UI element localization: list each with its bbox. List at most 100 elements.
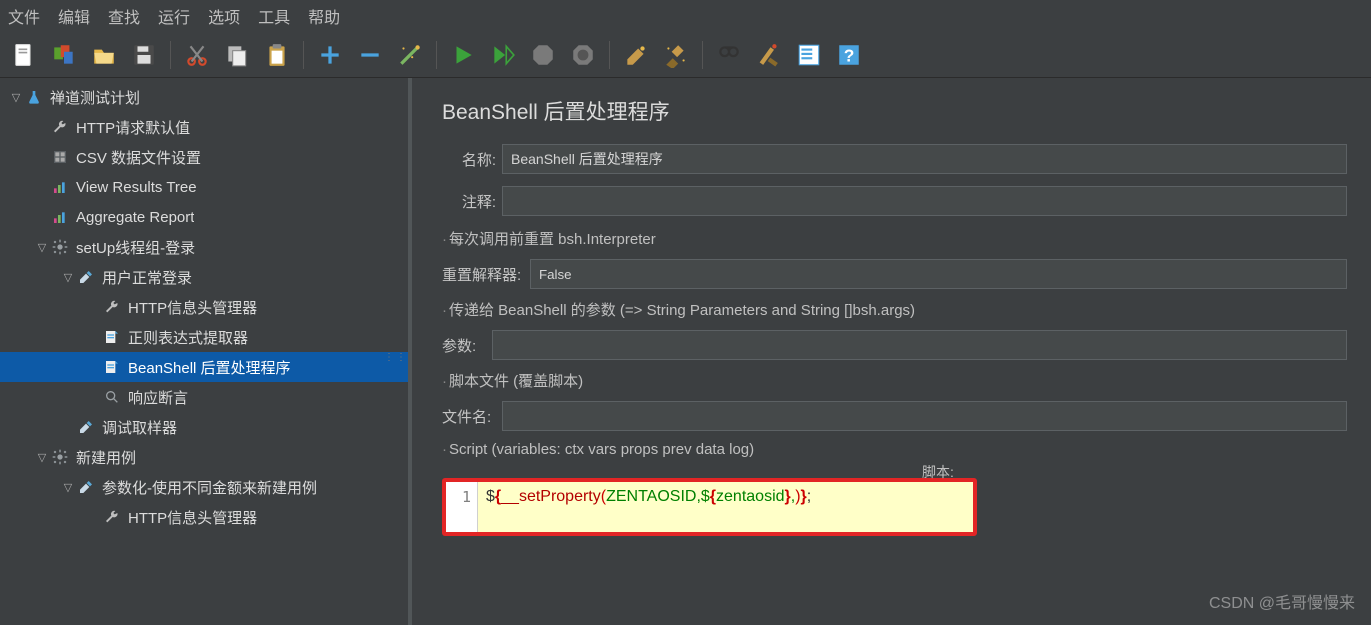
tree-header-mgr-2[interactable]: HTTP信息头管理器 [0, 502, 408, 532]
tree-param[interactable]: ▽ 参数化-使用不同金额来新建用例 [0, 472, 408, 502]
splitter-grip[interactable]: ⋮⋮ [384, 352, 408, 363]
wrench-icon [50, 118, 70, 136]
tree-beanshell[interactable]: BeanShell 后置处理程序 [0, 352, 408, 382]
templates-icon[interactable] [48, 39, 80, 71]
menu-file[interactable]: 文件 [8, 4, 40, 28]
run-icon[interactable] [447, 39, 479, 71]
tree-results-tree[interactable]: View Results Tree [0, 172, 408, 202]
panel-title: BeanShell 后置处理程序 [442, 96, 1347, 126]
toolbar: ? [0, 32, 1371, 78]
tree-http-defaults[interactable]: HTTP请求默认值 [0, 112, 408, 142]
menu-bar: 文件 编辑 查找 运行 选项 工具 帮助 [0, 0, 1371, 32]
note-input[interactable] [502, 186, 1347, 216]
tree-new-case[interactable]: ▽ 新建用例 [0, 442, 408, 472]
name-label: 名称: [442, 149, 502, 170]
tree-login[interactable]: ▽用户正常登录 [0, 262, 408, 292]
cut-icon[interactable] [181, 39, 213, 71]
tree-aggregate[interactable]: Aggregate Report [0, 202, 408, 232]
flask-icon [24, 88, 44, 106]
editor-panel: BeanShell 后置处理程序 名称: 注释: 每次调用前重置 bsh.Int… [412, 78, 1371, 625]
wrench-icon [102, 508, 122, 526]
script-sublabel: 脚本: [922, 462, 1347, 482]
tree-item-label: 正则表达式提取器 [128, 327, 248, 348]
reset-input[interactable] [530, 259, 1347, 289]
script-section-label: Script (variables: ctx vars props prev d… [442, 441, 1347, 458]
expand-arrow-icon[interactable]: ▽ [34, 241, 50, 254]
tree-debug[interactable]: 调试取样器 [0, 412, 408, 442]
plus-icon[interactable] [314, 39, 346, 71]
shutdown-icon[interactable] [567, 39, 599, 71]
tree-item-label: 响应断言 [128, 387, 188, 408]
tree-item-label: Aggregate Report [76, 209, 194, 226]
list-icon[interactable] [793, 39, 825, 71]
reset-section-label: 每次调用前重置 bsh.Interpreter [442, 228, 1347, 249]
chart-icon [50, 178, 70, 196]
menu-edit[interactable]: 编辑 [58, 4, 90, 28]
file-section-label: 脚本文件 (覆盖脚本) [442, 370, 1347, 391]
tree-plan[interactable]: ▽ 禅道测试计划 [0, 82, 408, 112]
expand-arrow-icon[interactable]: ▽ [8, 91, 24, 104]
expand-arrow-icon[interactable]: ▽ [34, 451, 50, 464]
name-input[interactable] [502, 144, 1347, 174]
toolbar-separator [436, 41, 437, 69]
tree-item-label: View Results Tree [76, 179, 197, 196]
tree-item-label: CSV 数据文件设置 [76, 147, 201, 168]
assert-icon [102, 388, 122, 406]
tree-header-mgr-1[interactable]: HTTP信息头管理器 [0, 292, 408, 322]
tree-regex[interactable]: 正则表达式提取器 [0, 322, 408, 352]
toolbar-separator [303, 41, 304, 69]
args-input[interactable] [492, 330, 1347, 360]
expand-arrow-icon[interactable]: ▽ [60, 271, 76, 284]
file-input[interactable] [502, 401, 1347, 431]
toolbar-separator [609, 41, 610, 69]
expand-arrow-icon[interactable]: ▽ [60, 481, 76, 494]
tree-assert[interactable]: 响应断言 [0, 382, 408, 412]
tree-item-label: 调试取样器 [102, 417, 177, 438]
wrench-icon [102, 298, 122, 316]
tree-csv-config[interactable]: CSV 数据文件设置 [0, 142, 408, 172]
line-number: 1 [446, 482, 478, 532]
save-icon[interactable] [128, 39, 160, 71]
tree-item-label: 禅道测试计划 [50, 87, 140, 108]
tree-setup-group[interactable]: ▽setUp线程组-登录 [0, 232, 408, 262]
menu-tools[interactable]: 工具 [258, 4, 290, 28]
test-plan-tree[interactable]: ▽ 禅道测试计划 HTTP请求默认值 CSV 数据文件设置 View Results T… [0, 78, 408, 532]
tree-item-label: 新建用例 [76, 447, 136, 468]
reset-icon[interactable] [753, 39, 785, 71]
tree-item-label: HTTP信息头管理器 [128, 297, 257, 318]
dropper-icon [76, 478, 96, 496]
regex-icon [102, 358, 122, 376]
menu-options[interactable]: 选项 [208, 4, 240, 28]
stop-icon[interactable] [527, 39, 559, 71]
dropper-icon [76, 268, 96, 286]
open-icon[interactable] [88, 39, 120, 71]
regex-icon [102, 328, 122, 346]
minus-icon[interactable] [354, 39, 386, 71]
file-label: 文件名: [442, 406, 502, 427]
help-icon[interactable]: ? [833, 39, 865, 71]
note-label: 注释: [442, 191, 502, 212]
args-label: 参数: [442, 335, 492, 356]
chart-icon [50, 208, 70, 226]
tree-item-label: HTTP请求默认值 [76, 117, 190, 138]
paste-icon[interactable] [261, 39, 293, 71]
args-section-label: 传递给 BeanShell 的参数 (=> String Parameters … [442, 299, 1347, 320]
script-editor[interactable]: ${__setProperty(ZENTAOSID,${zentaosid},)… [478, 482, 973, 532]
menu-help[interactable]: 帮助 [308, 4, 340, 28]
menu-find[interactable]: 查找 [108, 4, 140, 28]
tree-item-label: HTTP信息头管理器 [128, 507, 257, 528]
new-file-icon[interactable] [8, 39, 40, 71]
svg-text:?: ? [844, 45, 855, 65]
run-next-icon[interactable] [487, 39, 519, 71]
reset-label: 重置解释器: [442, 264, 530, 285]
script-editor-highlight: 1 ${__setProperty(ZENTAOSID,${zentaosid}… [442, 478, 977, 536]
tree-item-label: 参数化-使用不同金额来新建用例 [102, 477, 317, 498]
clear-icon[interactable] [620, 39, 652, 71]
broom-icon[interactable] [660, 39, 692, 71]
gear-icon [50, 238, 70, 256]
wand-icon[interactable] [394, 39, 426, 71]
copy-icon[interactable] [221, 39, 253, 71]
dropper-icon [76, 418, 96, 436]
search-icon[interactable] [713, 39, 745, 71]
menu-run[interactable]: 运行 [158, 4, 190, 28]
